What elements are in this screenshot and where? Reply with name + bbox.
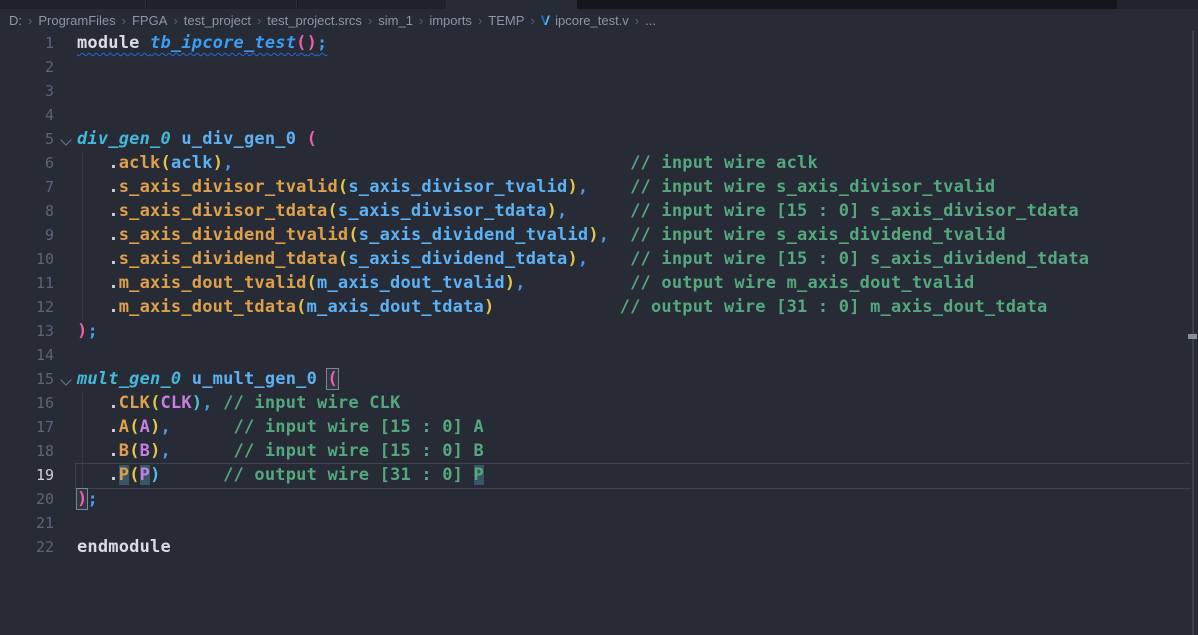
code-text: );	[77, 319, 98, 343]
breadcrumb-item[interactable]: ProgramFiles	[38, 13, 115, 28]
tab-remnant-active[interactable]	[447, 0, 577, 9]
line-number[interactable]: 4	[0, 103, 54, 127]
overview-ruler[interactable]	[1192, 31, 1194, 635]
error-squiggle: module tb_ipcore_test();	[77, 33, 327, 53]
breadcrumb: D:›ProgramFiles›FPGA›test_project›test_p…	[0, 9, 1198, 31]
line-number[interactable]: 16	[0, 391, 54, 415]
code-line[interactable]: 13);	[0, 319, 1198, 343]
breadcrumb-separator-icon: ›	[251, 13, 267, 28]
line-number[interactable]: 15	[0, 367, 54, 391]
editor-window: D:›ProgramFiles›FPGA›test_project›test_p…	[0, 0, 1198, 635]
code-text: div_gen_0 u_div_gen_0 (	[77, 127, 317, 151]
code-text: .CLK(CLK), // input wire CLK	[77, 391, 401, 415]
tab-remnant[interactable]	[298, 0, 447, 9]
tab-bar-corner	[1117, 0, 1198, 9]
code-text: .s_axis_dividend_tvalid(s_axis_dividend_…	[77, 223, 1006, 247]
breadcrumb-separator-icon: ›	[413, 13, 429, 28]
line-number[interactable]: 11	[0, 271, 54, 295]
code-line[interactable]: 15 mult_gen_0 u_mult_gen_0 (	[0, 367, 1198, 391]
line-number[interactable]: 19	[0, 463, 54, 487]
line-number[interactable]: 5	[0, 127, 54, 151]
breadcrumb-item[interactable]: imports	[429, 13, 472, 28]
code-line[interactable]: 8 .s_axis_divisor_tdata(s_axis_divisor_t…	[0, 199, 1198, 223]
line-number[interactable]: 9	[0, 223, 54, 247]
code-line[interactable]: 16 .CLK(CLK), // input wire CLK	[0, 391, 1198, 415]
breadcrumb-separator-icon: ›	[362, 13, 378, 28]
breadcrumb-separator-icon: ›	[629, 13, 645, 28]
code-line[interactable]: 12 .m_axis_dout_tdata(m_axis_dout_tdata)…	[0, 295, 1198, 319]
breadcrumb-item[interactable]: sim_1	[378, 13, 413, 28]
code-text: .s_axis_divisor_tdata(s_axis_divisor_tda…	[77, 199, 1079, 223]
code-text: endmodule	[77, 535, 171, 559]
code-text: .m_axis_dout_tvalid(m_axis_dout_tvalid),…	[77, 271, 974, 295]
breadcrumb-item[interactable]: D:	[9, 13, 22, 28]
fold-chevron-down-icon[interactable]	[60, 134, 71, 145]
line-number[interactable]: 17	[0, 415, 54, 439]
fold-chevron-down-icon[interactable]	[60, 374, 71, 385]
verilog-file-icon: V	[541, 12, 550, 28]
breadcrumb-separator-icon: ›	[22, 13, 38, 28]
code-text: .aclk(aclk), // input wire aclk	[77, 151, 818, 175]
code-line[interactable]: 1 module tb_ipcore_test();	[0, 31, 1198, 55]
code-line[interactable]: 3	[0, 79, 1198, 103]
code-text: .B(B), // input wire [15 : 0] B	[77, 439, 484, 463]
breadcrumb-separator-icon: ›	[167, 13, 183, 28]
line-number[interactable]: 22	[0, 535, 54, 559]
code-line[interactable]: 5 div_gen_0 u_div_gen_0 (	[0, 127, 1198, 151]
line-number[interactable]: 21	[0, 511, 54, 535]
code-text: .m_axis_dout_tdata(m_axis_dout_tdata) //…	[77, 295, 1048, 319]
tab-bar	[0, 0, 1198, 9]
tab-remnant[interactable]	[147, 0, 297, 9]
line-number[interactable]: 8	[0, 199, 54, 223]
code-line[interactable]: 7 .s_axis_divisor_tvalid(s_axis_divisor_…	[0, 175, 1198, 199]
line-number[interactable]: 12	[0, 295, 54, 319]
code-text: .A(A), // input wire [15 : 0] A	[77, 415, 484, 439]
code-line[interactable]: 6 .aclk(aclk), // input wire aclk	[0, 151, 1198, 175]
code-line[interactable]: 17 .A(A), // input wire [15 : 0] A	[0, 415, 1198, 439]
breadcrumb-separator-icon: ›	[116, 13, 132, 28]
line-number[interactable]: 7	[0, 175, 54, 199]
line-number[interactable]: 3	[0, 79, 54, 103]
line-number[interactable]: 14	[0, 343, 54, 367]
breadcrumb-item[interactable]: test_project.srcs	[267, 13, 362, 28]
code-line[interactable]: 4	[0, 103, 1198, 127]
line-number[interactable]: 6	[0, 151, 54, 175]
code-line[interactable]: 2	[0, 55, 1198, 79]
line-number[interactable]: 10	[0, 247, 54, 271]
overview-ruler-cursor-mark	[1188, 334, 1197, 339]
code-text: );	[77, 487, 98, 511]
code-line[interactable]: 10 .s_axis_dividend_tdata(s_axis_dividen…	[0, 247, 1198, 271]
line-number[interactable]: 1	[0, 31, 54, 55]
code-text: module tb_ipcore_test();	[77, 31, 327, 55]
line-number[interactable]: 13	[0, 319, 54, 343]
code-line[interactable]: 9 .s_axis_dividend_tvalid(s_axis_dividen…	[0, 223, 1198, 247]
code-text: .s_axis_dividend_tdata(s_axis_dividend_t…	[77, 247, 1089, 271]
code-editor[interactable]: 1 module tb_ipcore_test(); 2345 div_gen_0 u…	[0, 31, 1198, 635]
code-line[interactable]: 22 endmodule	[0, 535, 1198, 559]
code-line[interactable]: 19 .P(P) // output wire [31 : 0] P	[0, 463, 1198, 487]
code-text: .P(P) // output wire [31 : 0] P	[77, 463, 484, 487]
breadcrumb-item[interactable]: FPGA	[132, 13, 167, 28]
line-number[interactable]: 18	[0, 439, 54, 463]
code-line[interactable]: 18 .B(B), // input wire [15 : 0] B	[0, 439, 1198, 463]
line-number[interactable]: 20	[0, 487, 54, 511]
breadcrumb-item[interactable]: test_project	[184, 13, 251, 28]
code-line[interactable]: 14	[0, 343, 1198, 367]
code-text: .s_axis_divisor_tvalid(s_axis_divisor_tv…	[77, 175, 995, 199]
breadcrumb-item[interactable]: ...	[645, 13, 656, 28]
breadcrumb-item[interactable]: ipcore_test.v	[555, 13, 629, 28]
code-text: mult_gen_0 u_mult_gen_0 (	[77, 367, 338, 391]
tab-remnant[interactable]	[0, 0, 146, 9]
breadcrumb-item[interactable]: TEMP	[488, 13, 524, 28]
line-number[interactable]: 2	[0, 55, 54, 79]
code-line[interactable]: 21	[0, 511, 1198, 535]
code-line[interactable]: 20);	[0, 487, 1198, 511]
breadcrumb-separator-icon: ›	[472, 13, 488, 28]
breadcrumb-separator-icon: ›	[524, 13, 540, 28]
code-line[interactable]: 11 .m_axis_dout_tvalid(m_axis_dout_tvali…	[0, 271, 1198, 295]
